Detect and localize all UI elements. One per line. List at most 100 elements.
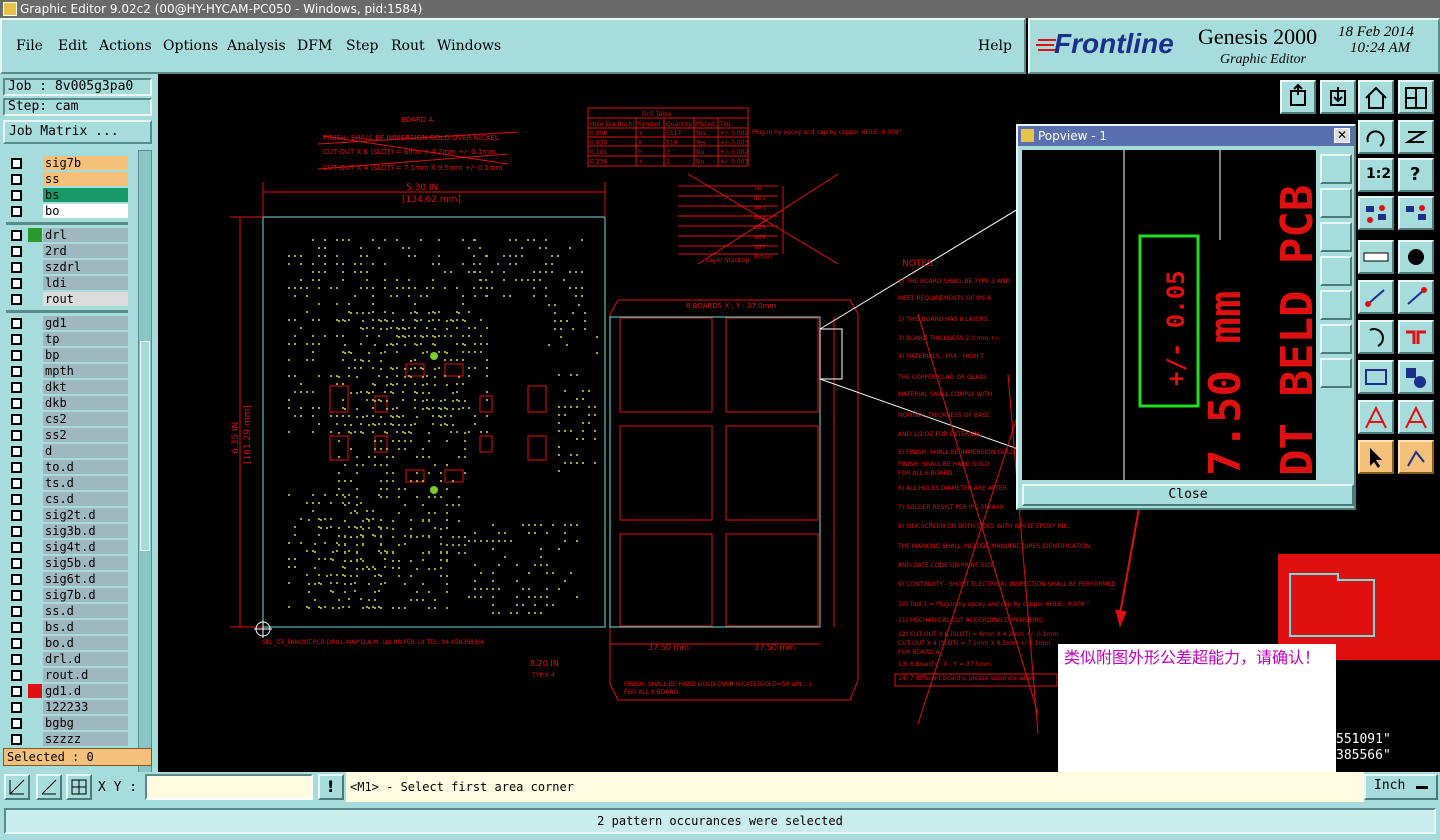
layer-name[interactable]: ts.d xyxy=(43,476,128,490)
layer-checkbox[interactable] xyxy=(11,230,22,241)
layer-name[interactable]: ldi xyxy=(43,276,128,290)
arc-tool-icon[interactable] xyxy=(1358,320,1394,354)
layer-checkbox[interactable] xyxy=(11,526,22,537)
pan-down-icon[interactable] xyxy=(1320,222,1352,252)
menu-file[interactable]: File xyxy=(16,38,43,54)
line-tool-icon[interactable] xyxy=(1358,280,1394,314)
close-icon[interactable]: ✕ xyxy=(1334,128,1350,143)
shapes-icon[interactable] xyxy=(1398,360,1434,394)
layer-color-swatch[interactable] xyxy=(28,588,42,602)
mirror-icon[interactable] xyxy=(1398,120,1434,154)
layer-checkbox[interactable] xyxy=(11,382,22,393)
split-icon[interactable] xyxy=(1398,320,1434,354)
layer-checkbox[interactable] xyxy=(11,654,22,665)
job-matrix-button[interactable]: Job Matrix ... xyxy=(3,120,152,144)
ruler-icon[interactable] xyxy=(1358,240,1394,274)
layer-name[interactable]: bp xyxy=(43,348,128,362)
layer-color-swatch[interactable] xyxy=(28,700,42,714)
layer-color-swatch[interactable] xyxy=(28,668,42,682)
layer-color-swatch[interactable] xyxy=(28,684,42,698)
layer-checkbox[interactable] xyxy=(11,334,22,345)
layer-color-swatch[interactable] xyxy=(28,524,42,538)
layer-name[interactable]: sig3b.d xyxy=(43,524,128,538)
menu-step[interactable]: Step xyxy=(346,38,378,54)
layer-name[interactable]: 122233 xyxy=(43,700,128,714)
layer-row[interactable]: sig4t.d xyxy=(6,540,128,554)
layer-row[interactable]: bo.d xyxy=(6,636,128,650)
layer-color-swatch[interactable] xyxy=(28,492,42,506)
pan-up-icon[interactable] xyxy=(1320,188,1352,218)
layer-row[interactable]: szzzz xyxy=(6,732,128,746)
layer-checkbox[interactable] xyxy=(11,414,22,425)
menu-analysis[interactable]: Analysis xyxy=(227,38,286,54)
layer-row[interactable]: tp xyxy=(6,332,128,346)
line-tool-2-icon[interactable] xyxy=(1398,280,1434,314)
layer-row[interactable]: bgbg xyxy=(6,716,128,730)
zoom-in-icon[interactable] xyxy=(1320,324,1352,354)
popview-canvas[interactable]: +/- 0.05 7.50 mm DT_BELD PCB xyxy=(1022,150,1316,480)
layer-checkbox[interactable] xyxy=(11,558,22,569)
layer-color-swatch[interactable] xyxy=(28,156,42,170)
layer-row[interactable]: dkt xyxy=(6,380,128,394)
rotate-icon[interactable] xyxy=(1358,120,1394,154)
layer-checkbox[interactable] xyxy=(11,246,22,257)
layer-row[interactable]: cs2 xyxy=(6,412,128,426)
layer-checkbox[interactable] xyxy=(11,574,22,585)
layer-row[interactable]: ss2 xyxy=(6,428,128,442)
layer-name[interactable]: sig7b xyxy=(43,156,128,170)
layer-row[interactable]: d xyxy=(6,444,128,458)
menu-actions[interactable]: Actions xyxy=(99,38,152,54)
align-2-icon[interactable] xyxy=(1398,400,1434,434)
scrollbar-thumb[interactable] xyxy=(140,341,150,551)
layer-row[interactable]: sig7b.d xyxy=(6,588,128,602)
layer-row[interactable]: rout xyxy=(6,292,128,306)
layer-name[interactable]: bgbg xyxy=(43,716,128,730)
layer-name[interactable]: mpth xyxy=(43,364,128,378)
layer-color-swatch[interactable] xyxy=(28,172,42,186)
layer-color-swatch[interactable] xyxy=(28,228,42,242)
layer-row[interactable]: sig2t.d xyxy=(6,508,128,522)
layer-color-swatch[interactable] xyxy=(28,476,42,490)
menu-options[interactable]: Options xyxy=(163,38,218,54)
layer-row[interactable]: cs.d xyxy=(6,492,128,506)
layer-checkbox[interactable] xyxy=(11,670,22,681)
layer-row[interactable]: gd1.d xyxy=(6,684,128,698)
layer-name[interactable]: sig2t.d xyxy=(43,508,128,522)
layer-color-swatch[interactable] xyxy=(28,348,42,362)
snap-icon[interactable] xyxy=(4,774,30,800)
layer-name[interactable]: sig6t.d xyxy=(43,572,128,586)
pan-right-icon[interactable] xyxy=(1320,290,1352,320)
layer-name[interactable]: gd1 xyxy=(43,316,128,330)
layer-name[interactable]: bs.d xyxy=(43,620,128,634)
select-net-icon[interactable] xyxy=(1398,440,1434,474)
layer-checkbox[interactable] xyxy=(11,158,22,169)
layer-row[interactable]: mpth xyxy=(6,364,128,378)
close-button[interactable]: Close xyxy=(1022,484,1354,506)
layer-row[interactable]: rout.d xyxy=(6,668,128,682)
layer-checkbox[interactable] xyxy=(11,174,22,185)
layer-checkbox[interactable] xyxy=(11,366,22,377)
save-icon[interactable] xyxy=(1320,80,1356,114)
layer-name[interactable]: ss.d xyxy=(43,604,128,618)
align-icon[interactable] xyxy=(1358,400,1394,434)
layer-color-swatch[interactable] xyxy=(28,364,42,378)
layer-row[interactable]: sig5b.d xyxy=(6,556,128,570)
layer-color-swatch[interactable] xyxy=(28,460,42,474)
layer-checkbox[interactable] xyxy=(11,718,22,729)
layer-checkbox[interactable] xyxy=(11,190,22,201)
layer-name[interactable]: drl.d xyxy=(43,652,128,666)
open-icon[interactable] xyxy=(1280,80,1316,114)
layer-row[interactable]: 2rd xyxy=(6,244,128,258)
layer-checkbox[interactable] xyxy=(11,734,22,745)
layer-color-swatch[interactable] xyxy=(28,412,42,426)
layout-icon[interactable] xyxy=(1398,80,1434,114)
layer-checkbox[interactable] xyxy=(11,278,22,289)
layer-checkbox[interactable] xyxy=(11,398,22,409)
select-cursor-icon[interactable] xyxy=(1358,440,1394,474)
layer-name[interactable]: dkb xyxy=(43,396,128,410)
menu-help[interactable]: Help xyxy=(978,38,1012,54)
layer-row[interactable]: sig3b.d xyxy=(6,524,128,538)
layer-checkbox[interactable] xyxy=(11,702,22,713)
popview-window[interactable]: Popview - 1 ✕ +/- 0.05 7.50 mm DT_BELD P… xyxy=(1016,124,1356,510)
grid-icon[interactable] xyxy=(66,774,92,800)
